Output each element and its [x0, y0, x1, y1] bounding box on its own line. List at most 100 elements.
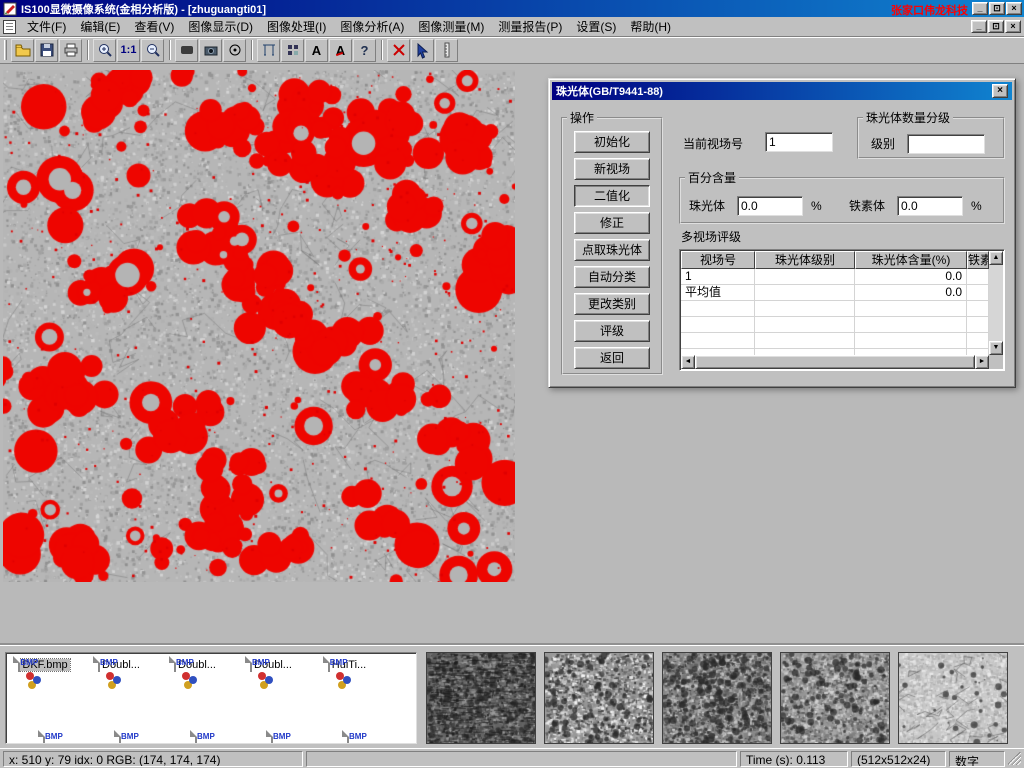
header-pearlite-grade[interactable]: 珠光体级别 [755, 251, 855, 269]
menu-measure-report[interactable]: 测量报告(P) [491, 16, 569, 37]
rate-button[interactable]: 评级 [574, 320, 650, 342]
child-minimize-button[interactable]: _ [971, 20, 987, 33]
window-title: IS100显微摄像系统(金相分析版) - [zhuguangti01] [21, 1, 971, 17]
print-button[interactable] [59, 39, 82, 62]
zoom-out-button[interactable] [141, 39, 164, 62]
menu-help[interactable]: 帮助(H) [623, 16, 678, 37]
restore-button[interactable]: ⊡ [989, 2, 1005, 15]
menu-image-analysis[interactable]: 图像分析(A) [333, 16, 411, 37]
application-window: IS100显微摄像系统(金相分析版) - [zhuguangti01] _ ⊡ … [0, 0, 1024, 768]
initialize-button[interactable]: 初始化 [574, 131, 650, 153]
grade-input[interactable] [907, 134, 985, 154]
return-button[interactable]: 返回 [574, 347, 650, 369]
close-button[interactable]: × [1006, 2, 1022, 15]
menu-image-process[interactable]: 图像处理(I) [260, 16, 333, 37]
child-restore-button[interactable]: ⊡ [988, 20, 1004, 33]
correct-button[interactable]: 修正 [574, 212, 650, 234]
menu-file[interactable]: 文件(F) [20, 16, 73, 37]
new-field-button[interactable]: 新视场 [574, 158, 650, 180]
table-vertical-scrollbar[interactable]: ▲ ▼ [989, 251, 1003, 355]
resize-grip[interactable] [1008, 752, 1021, 765]
menu-settings[interactable]: 设置(S) [569, 16, 623, 37]
file-item[interactable]: BMP HuiTi... [312, 657, 384, 671]
menu-image-display[interactable]: 图像显示(D) [181, 16, 260, 37]
actual-size-button[interactable]: 1:1 [117, 39, 140, 62]
header-ferrite[interactable]: 铁素 [967, 251, 989, 269]
grading-legend: 珠光体数量分级 [863, 109, 953, 126]
child-close-button[interactable]: × [1005, 20, 1021, 33]
file-item[interactable]: BMP [8, 731, 80, 744]
file-item[interactable]: BMP [84, 731, 156, 744]
cut-button[interactable] [387, 39, 410, 62]
menu-image-measure[interactable]: 图像测量(M) [411, 16, 491, 37]
mdi-child-controls: _ ⊡ × [970, 20, 1021, 33]
bmp-file-icon: BMP [195, 730, 197, 744]
help-button[interactable]: ? [353, 39, 376, 62]
file-list: BMP DKF.bmp BMP Doubl... BMP Doubl... BM… [5, 652, 417, 744]
thumbnail-3[interactable] [662, 652, 772, 744]
dialog-title-bar[interactable]: 珠光体(GB/T9441-88) × [552, 82, 1012, 100]
file-item[interactable]: BMP Doubl... [84, 657, 156, 671]
thumbnail-5[interactable] [898, 652, 1008, 744]
document-icon[interactable] [3, 20, 16, 34]
minimize-button[interactable]: _ [972, 2, 988, 15]
zoom-out-icon [144, 41, 162, 59]
save-button[interactable] [35, 39, 58, 62]
auto-classify-button[interactable]: 自动分类 [574, 266, 650, 288]
file-item[interactable]: BMP Doubl... [236, 657, 308, 671]
current-field-input[interactable] [765, 132, 833, 152]
caliper-button[interactable] [257, 39, 280, 62]
table-row[interactable]: 平均值 0.0 [681, 285, 989, 301]
file-item[interactable]: BMP Doubl... [160, 657, 232, 671]
operation-legend: 操作 [567, 109, 597, 126]
ruler-button[interactable] [435, 39, 458, 62]
camera-button[interactable] [199, 39, 222, 62]
scrollbar-thumb[interactable] [695, 355, 975, 369]
thumbnail-2[interactable] [544, 652, 654, 744]
change-class-button[interactable]: 更改类别 [574, 293, 650, 315]
file-item[interactable]: BMP [312, 731, 384, 744]
pearlite-percent-input[interactable] [737, 196, 803, 216]
table-horizontal-scrollbar[interactable]: ◄ ► [681, 355, 989, 369]
pick-pearlite-button[interactable]: 点取珠光体 [574, 239, 650, 261]
scroll-left-icon[interactable]: ◄ [681, 355, 695, 369]
scroll-down-icon[interactable]: ▼ [989, 341, 1003, 355]
file-item[interactable]: BMP [160, 731, 232, 744]
paint-splat-icon [336, 672, 344, 680]
pointer-measure-button[interactable] [411, 39, 434, 62]
time-field: Time (s): 0.113 [740, 751, 848, 767]
display-mode-button[interactable] [175, 39, 198, 62]
header-pearlite-content[interactable]: 珠光体含量(%) [855, 251, 967, 269]
one-to-one-icon: 1:1 [121, 44, 137, 56]
cell-field-no: 1 [681, 269, 755, 284]
image-size-field: (512x512x24) [851, 751, 946, 767]
file-item[interactable]: BMP [236, 731, 308, 744]
binarize-button[interactable]: 二值化 [574, 185, 650, 207]
file-item[interactable]: BMP DKF.bmp [8, 657, 80, 671]
bmp-file-icon: BMP [98, 656, 100, 672]
table-row-empty [681, 317, 989, 333]
scroll-right-icon[interactable]: ► [975, 355, 989, 369]
text-delete-button[interactable]: A [329, 39, 352, 62]
grid-icon [284, 41, 302, 59]
operation-group: 操作 初始化 新视场 二值化 修正 点取珠光体 自动分类 更改类别 评级 返回 [561, 109, 663, 375]
micrograph-image[interactable] [3, 70, 515, 582]
floppy-icon [38, 41, 56, 59]
header-field-no[interactable]: 视场号 [681, 251, 755, 269]
thumbnail-4[interactable] [780, 652, 890, 744]
ferrite-percent-input[interactable] [897, 196, 963, 216]
open-button[interactable] [11, 39, 34, 62]
toolbar-handle[interactable] [4, 40, 7, 60]
thumbnail-1[interactable] [426, 652, 536, 744]
menu-edit[interactable]: 编辑(E) [73, 16, 127, 37]
zoom-in-button[interactable] [93, 39, 116, 62]
mode-field: 数字 [949, 751, 1005, 767]
table-row[interactable]: 1 0.0 [681, 269, 989, 285]
scroll-up-icon[interactable]: ▲ [989, 251, 1003, 265]
pattern-grid-button[interactable] [281, 39, 304, 62]
text-button[interactable]: A [305, 39, 328, 62]
target-button[interactable] [223, 39, 246, 62]
dialog-close-button[interactable]: × [992, 84, 1008, 98]
toolbar-separator [381, 40, 383, 60]
menu-view[interactable]: 查看(V) [127, 16, 181, 37]
